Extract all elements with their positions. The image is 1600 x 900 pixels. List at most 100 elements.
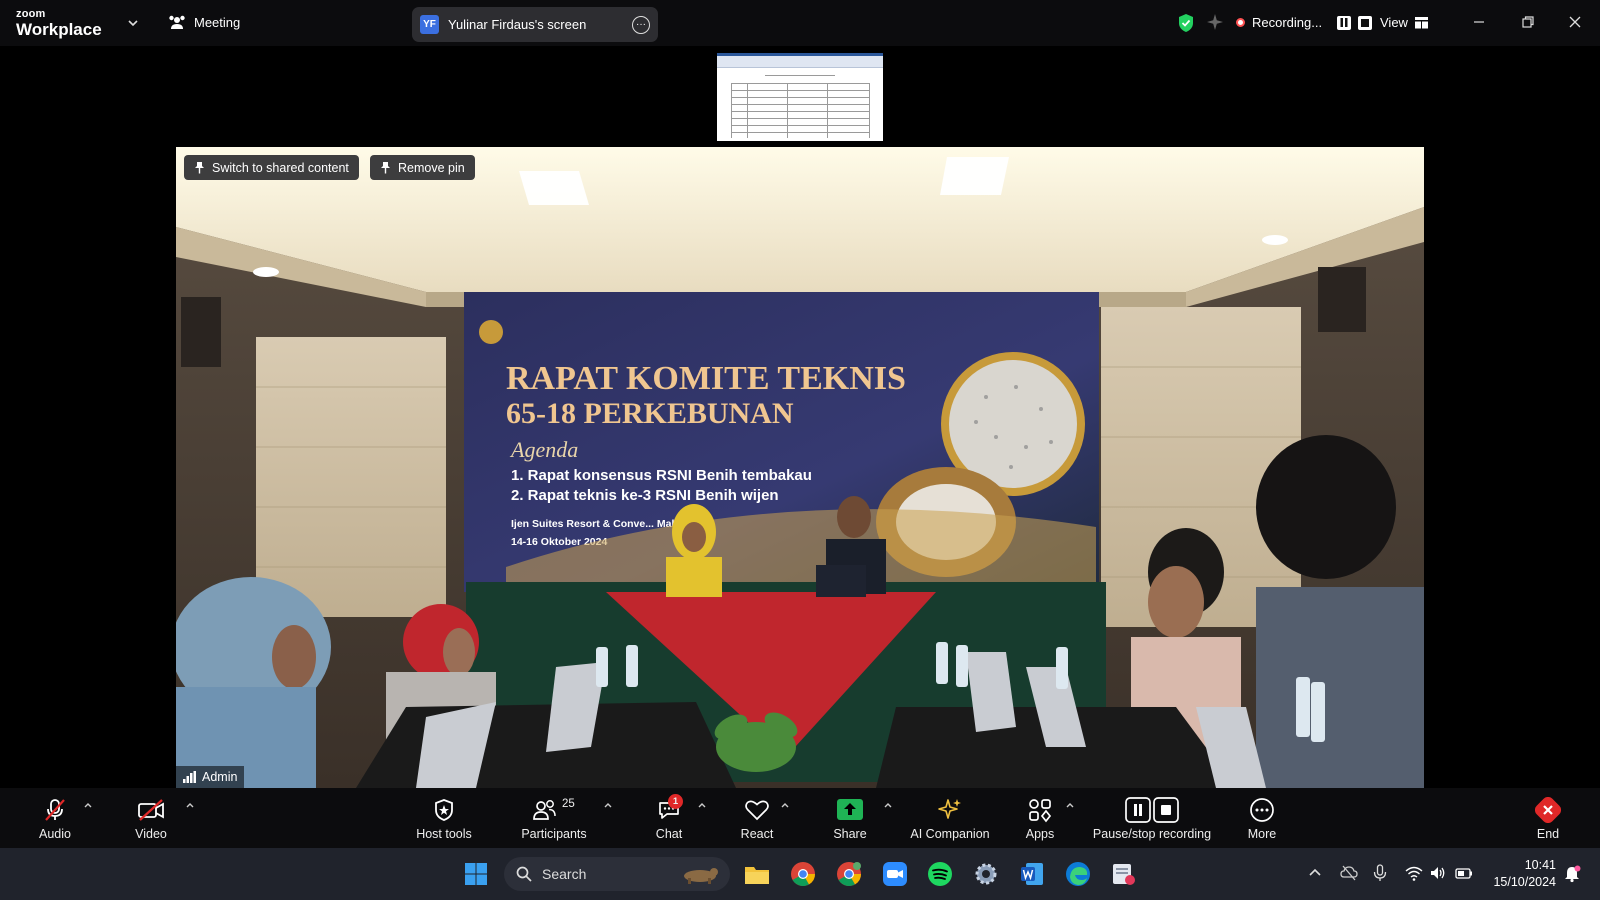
pin-icon <box>195 162 204 174</box>
notification-bell-icon[interactable] <box>1563 865 1581 883</box>
microphone-tray-icon[interactable] <box>1371 864 1389 882</box>
participants-options-caret-icon[interactable] <box>602 799 614 811</box>
chat-label: Chat <box>655 826 683 841</box>
react-label: React <box>740 826 774 841</box>
chat-button[interactable]: 1 Chat <box>648 788 690 848</box>
apps-label: Apps <box>1025 826 1055 841</box>
doc-table-line <box>827 83 828 138</box>
sharer-avatar: YF <box>420 15 439 34</box>
apps-icon <box>1029 798 1052 822</box>
participants-count: 25 <box>562 797 575 810</box>
meeting-room-scene: RAPAT KOMITE TEKNIS 65-18 PERKEBUNAN Age… <box>176 147 1424 788</box>
doc-table-line <box>869 83 870 138</box>
react-options-caret-icon[interactable] <box>779 799 791 811</box>
switch-to-shared-content-button[interactable]: Switch to shared content <box>184 155 359 180</box>
host-tools-button[interactable]: Host tools <box>408 788 480 848</box>
heart-icon <box>745 800 769 820</box>
stop-recording-button[interactable] <box>1358 15 1373 30</box>
remove-pin-button[interactable]: Remove pin <box>370 155 475 180</box>
share-button[interactable]: Share <box>825 788 875 848</box>
doc-table-line <box>731 132 869 133</box>
taskbar-search[interactable]: Search <box>504 857 730 891</box>
ai-sparkle-icon[interactable] <box>1206 13 1224 31</box>
banner-title-2: 65-18 PERKEBUNAN <box>506 397 794 430</box>
wifi-icon[interactable] <box>1405 864 1423 882</box>
share-screen-icon <box>837 798 863 820</box>
participant-name-tag: Admin <box>176 766 245 788</box>
windows-taskbar: Search 10:41 15/10/2024 <box>0 848 1600 900</box>
meeting-controls: Audio Video Host tools 25 Participants 1… <box>0 788 1600 848</box>
view-button[interactable]: View <box>1380 15 1428 30</box>
more-button[interactable]: More <box>1240 788 1284 848</box>
end-meeting-button[interactable]: End <box>1528 788 1568 848</box>
spotify-icon[interactable] <box>925 859 955 889</box>
meeting-icon <box>169 15 185 29</box>
pause-stop-recording-label: Pause/stop recording <box>1092 826 1212 841</box>
edge-logo-icon <box>1066 862 1090 886</box>
file-explorer-icon[interactable] <box>742 859 772 889</box>
host-shield-icon <box>435 798 453 821</box>
apps-button[interactable]: Apps <box>1016 788 1064 848</box>
participants-button[interactable]: 25 Participants <box>512 788 596 848</box>
word-icon[interactable] <box>1017 859 1047 889</box>
battery-icon[interactable] <box>1455 864 1473 882</box>
recording-indicator[interactable]: Recording... <box>1236 15 1373 30</box>
recording-status: Recording... <box>1252 15 1323 30</box>
chrome-profile-icon[interactable] <box>834 859 864 889</box>
doc-table-line <box>731 83 869 84</box>
shared-content-thumbnail[interactable] <box>717 53 883 141</box>
windows-start-icon[interactable] <box>461 859 491 889</box>
folder-icon <box>745 867 769 884</box>
clock-time: 10:41 <box>1524 858 1556 872</box>
audio-options-caret-icon[interactable] <box>82 799 94 811</box>
chat-unread-badge: 1 <box>668 793 683 809</box>
meeting-menu[interactable]: Meeting <box>168 14 240 30</box>
settings-icon[interactable] <box>971 859 1001 889</box>
shared-screen-indicator[interactable]: YF Yulinar Firdaus's screen ··· <box>412 7 658 42</box>
chat-options-caret-icon[interactable] <box>696 799 708 811</box>
edge-icon[interactable] <box>1063 859 1093 889</box>
video-off-icon <box>138 798 164 821</box>
windows-logo-icon <box>465 863 487 885</box>
minimize-icon[interactable] <box>1471 14 1487 30</box>
shared-screen-label: Yulinar Firdaus's screen <box>448 17 587 32</box>
cloud-offline-icon[interactable] <box>1340 864 1358 882</box>
banner-title-1: RAPAT KOMITE TEKNIS <box>506 360 906 397</box>
doc-table-line <box>731 83 732 138</box>
search-placeholder: Search <box>542 866 587 882</box>
zoom-logo-icon <box>883 862 907 886</box>
view-label: View <box>1380 15 1408 30</box>
taskbar-clock[interactable]: 10:41 15/10/2024 <box>1488 857 1556 891</box>
doc-table-line <box>731 125 869 126</box>
doc-table-line <box>731 111 869 112</box>
video-label: Video <box>135 826 167 841</box>
chevron-down-icon[interactable] <box>126 16 140 30</box>
speaker-video[interactable]: RAPAT KOMITE TEKNIS 65-18 PERKEBUNAN Age… <box>176 147 1424 788</box>
banner-agenda-heading: Agenda <box>509 437 578 462</box>
app-logo[interactable]: zoom Workplace <box>16 8 102 39</box>
volume-icon[interactable] <box>1429 864 1447 882</box>
more-options-icon[interactable]: ··· <box>632 15 650 34</box>
zoom-app-icon[interactable] <box>880 859 910 889</box>
video-button[interactable]: Video <box>126 788 176 848</box>
snipping-tool-icon[interactable] <box>1108 859 1138 889</box>
apps-options-caret-icon[interactable] <box>1064 799 1076 811</box>
share-options-caret-icon[interactable] <box>882 799 894 811</box>
react-button[interactable]: React <box>733 788 781 848</box>
audio-button[interactable]: Audio <box>30 788 80 848</box>
restore-icon[interactable] <box>1520 14 1536 30</box>
audio-label: Audio <box>39 826 71 841</box>
search-highlight-icon <box>684 868 718 884</box>
close-icon[interactable] <box>1567 14 1583 30</box>
video-options-caret-icon[interactable] <box>184 799 196 811</box>
ai-companion-button[interactable]: AI Companion <box>908 788 992 848</box>
chrome-icon[interactable] <box>788 859 818 889</box>
share-label: Share <box>833 826 867 841</box>
security-shield-icon[interactable] <box>1177 13 1195 33</box>
pause-recording-button[interactable] <box>1337 15 1352 30</box>
pause-stop-recording-button[interactable]: Pause/stop recording <box>1090 788 1214 848</box>
brand-small: zoom <box>16 8 46 20</box>
muted-microphone-icon <box>45 798 65 821</box>
ai-companion-sparkle-icon <box>938 798 961 819</box>
show-hidden-icons-caret-icon[interactable] <box>1306 864 1324 882</box>
